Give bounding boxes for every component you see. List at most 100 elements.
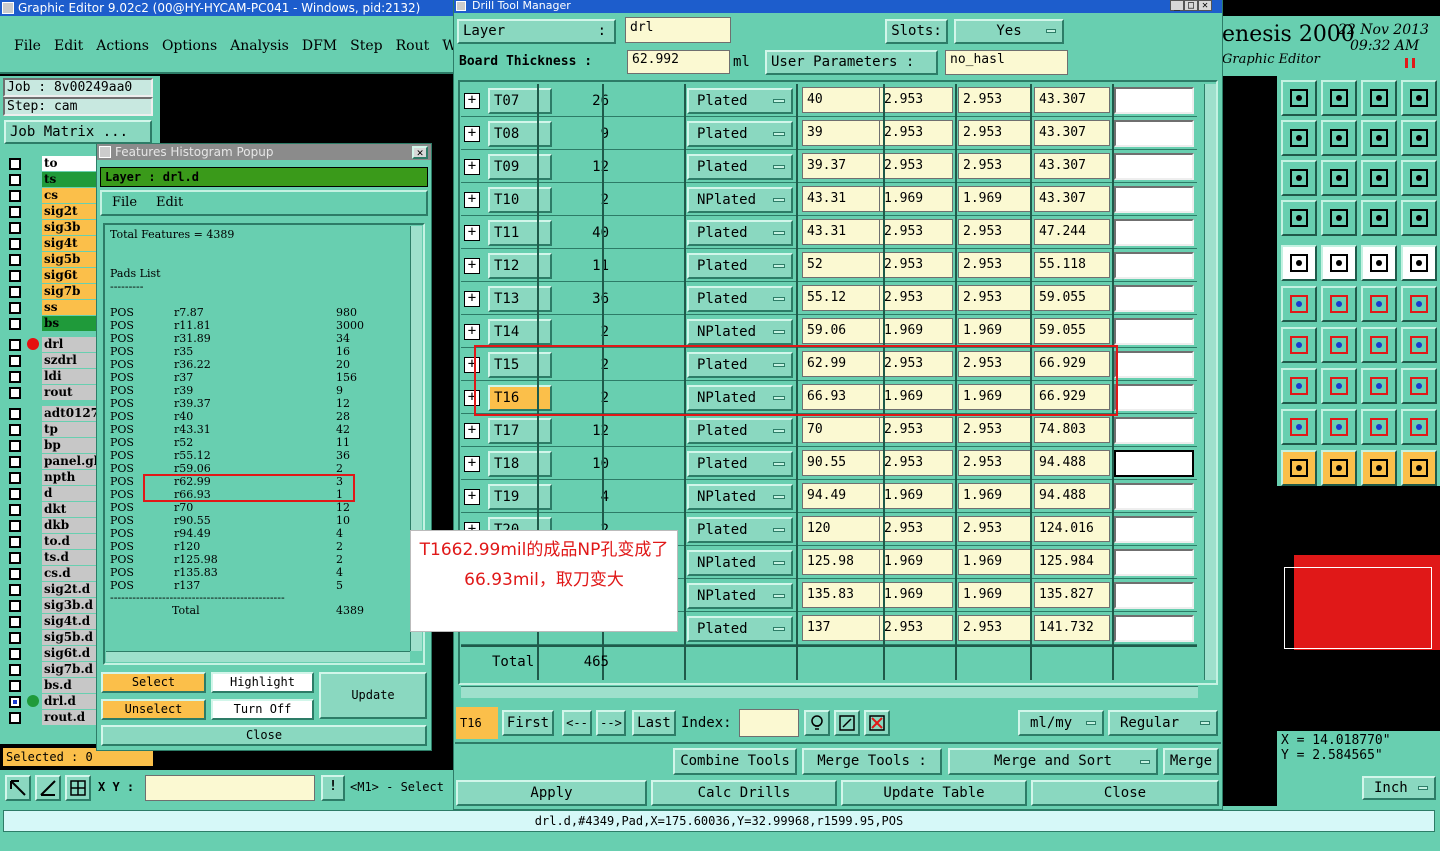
layer-row[interactable]: sig5b <box>6 252 100 267</box>
designator-input[interactable] <box>1114 351 1194 378</box>
expand-icon[interactable]: + <box>464 126 480 142</box>
layer-row[interactable]: cs.d <box>6 566 100 581</box>
config-button[interactable] <box>1401 200 1437 236</box>
highlight-button[interactable]: Highlight <box>211 672 314 693</box>
main-menu-item[interactable]: File <box>14 38 41 54</box>
main-menu-item[interactable]: Actions <box>96 38 149 54</box>
main-menu-item[interactable]: Options <box>162 38 217 54</box>
layer-row[interactable]: sig2t <box>6 204 100 219</box>
finish-size-input[interactable]: 59.06 <box>802 318 880 344</box>
update-table-button[interactable]: Update Table <box>841 780 1027 806</box>
histogram-menu-file[interactable]: File <box>112 195 137 210</box>
tool-type-select[interactable]: Plated <box>687 88 793 114</box>
layer-checkbox[interactable] <box>9 339 21 351</box>
tool-type-select[interactable]: Plated <box>687 286 793 312</box>
finish-size-input[interactable]: 40 <box>802 87 880 113</box>
designator-input[interactable] <box>1114 186 1194 213</box>
tool-type-select[interactable]: Plated <box>687 418 793 444</box>
histogram-row[interactable]: POS r11.81 3000 <box>110 319 400 332</box>
expand-icon[interactable]: + <box>464 423 480 439</box>
tolerance-minus-input[interactable]: 1.969 <box>958 582 1032 608</box>
maximize-icon[interactable]: □ <box>1184 0 1198 11</box>
drill-size-input[interactable]: 47.244 <box>1034 219 1110 245</box>
designator-input[interactable] <box>1114 120 1194 147</box>
designator-input[interactable] <box>1114 252 1194 279</box>
layer-checkbox[interactable] <box>9 632 21 644</box>
user-parameters-input[interactable]: no_hasl <box>945 50 1068 75</box>
expand-icon[interactable]: + <box>464 93 480 109</box>
layer-row[interactable]: drl.d <box>6 694 100 709</box>
angle-button[interactable] <box>1281 327 1317 363</box>
histogram-row[interactable]: POS r37 156 <box>110 371 400 384</box>
layer-checkbox[interactable] <box>9 440 21 452</box>
main-menu-item[interactable]: Edit <box>54 38 83 54</box>
finish-size-input[interactable]: 43.31 <box>802 186 880 212</box>
designator-input[interactable] <box>1114 384 1194 411</box>
expand-icon[interactable]: + <box>464 456 480 472</box>
designator-input[interactable] <box>1114 450 1194 477</box>
layer-row[interactable]: szdrl <box>6 353 100 368</box>
layer-row[interactable]: sig4t <box>6 236 100 251</box>
tolerance-minus-input[interactable]: 2.953 <box>958 120 1032 146</box>
expand-icon[interactable]: + <box>464 291 480 307</box>
layer-row[interactable]: dkb <box>6 518 100 533</box>
drill-size-input[interactable]: 141.732 <box>1034 615 1110 641</box>
tool-row[interactable]: + T19 4 NPlated 94.49 1.969 1.969 94.488 <box>461 480 1197 513</box>
tool-number[interactable]: T07 <box>488 88 552 114</box>
layer-checkbox[interactable] <box>9 270 21 282</box>
finish-size-input[interactable]: 70 <box>802 417 880 443</box>
layer-row[interactable]: drl <box>6 337 100 352</box>
tolerance-minus-input[interactable]: 1.969 <box>958 483 1032 509</box>
layer-checkbox[interactable] <box>9 680 21 692</box>
tolerance-minus-input[interactable]: 2.953 <box>958 417 1032 443</box>
copy-button[interactable] <box>1281 80 1317 116</box>
expand-icon[interactable]: + <box>464 225 480 241</box>
histogram-row[interactable]: POS r70 12 <box>110 501 400 514</box>
layer-row[interactable]: rout.d <box>6 710 100 725</box>
tolerance-plus-input[interactable]: 2.953 <box>879 87 953 113</box>
table-hscroll[interactable] <box>461 686 1198 698</box>
scale-button[interactable] <box>1361 160 1397 196</box>
designator-input[interactable] <box>1114 318 1194 345</box>
tool-row[interactable]: + T07 26 Plated 40 2.953 2.953 43.307 <box>461 84 1197 117</box>
tolerance-minus-input[interactable]: 2.953 <box>958 450 1032 476</box>
a-frame-button[interactable] <box>1361 409 1397 445</box>
tool-row[interactable]: + T12 11 Plated 52 2.953 2.953 55.118 <box>461 249 1197 282</box>
layer-checkbox[interactable] <box>9 424 21 436</box>
layer-checkbox[interactable] <box>9 712 21 724</box>
tolerance-plus-input[interactable]: 2.953 <box>879 120 953 146</box>
search-icon-button[interactable] <box>804 710 830 736</box>
pad-button[interactable] <box>1281 245 1317 281</box>
tolerance-plus-input[interactable]: 2.953 <box>879 285 953 311</box>
designator-input[interactable] <box>1114 417 1194 444</box>
layer-checkbox[interactable] <box>9 472 21 484</box>
connect-button[interactable] <box>1361 286 1397 322</box>
drill-size-input[interactable]: 55.118 <box>1034 252 1110 278</box>
histogram-menu-edit[interactable]: Edit <box>156 195 183 210</box>
tool-type-select[interactable]: Plated <box>687 121 793 147</box>
histogram-row[interactable]: POS r35 16 <box>110 345 400 358</box>
layer-row[interactable]: rout <box>6 385 100 400</box>
tool-type-select[interactable]: Plated <box>687 517 793 543</box>
last-button[interactable]: Last <box>632 710 676 736</box>
layer-checkbox[interactable] <box>9 504 21 516</box>
help-button[interactable] <box>1401 160 1437 196</box>
target-button[interactable] <box>1401 245 1437 281</box>
pointer-button[interactable] <box>1281 450 1317 486</box>
layer-row[interactable]: panel.gl <box>6 454 100 469</box>
units-select[interactable]: ml/my <box>1018 710 1104 736</box>
tolerance-minus-input[interactable]: 2.953 <box>958 252 1032 278</box>
layer-checkbox[interactable] <box>9 648 21 660</box>
layer-checkbox[interactable] <box>9 600 21 612</box>
tool-number[interactable]: T13 <box>488 286 552 312</box>
histogram-row[interactable]: POS r90.55 10 <box>110 514 400 527</box>
a-shape-button[interactable] <box>1321 409 1357 445</box>
tolerance-minus-input[interactable]: 1.969 <box>958 549 1032 575</box>
histogram-row[interactable]: POS r39 9 <box>110 384 400 397</box>
layer-checkbox[interactable] <box>9 371 21 383</box>
layer-checkbox[interactable] <box>9 408 21 420</box>
layer-row[interactable]: sig2t.d <box>6 582 100 597</box>
snap-button[interactable] <box>1281 368 1317 404</box>
layer-checkbox[interactable] <box>9 584 21 596</box>
layer-checkbox[interactable] <box>9 254 21 266</box>
